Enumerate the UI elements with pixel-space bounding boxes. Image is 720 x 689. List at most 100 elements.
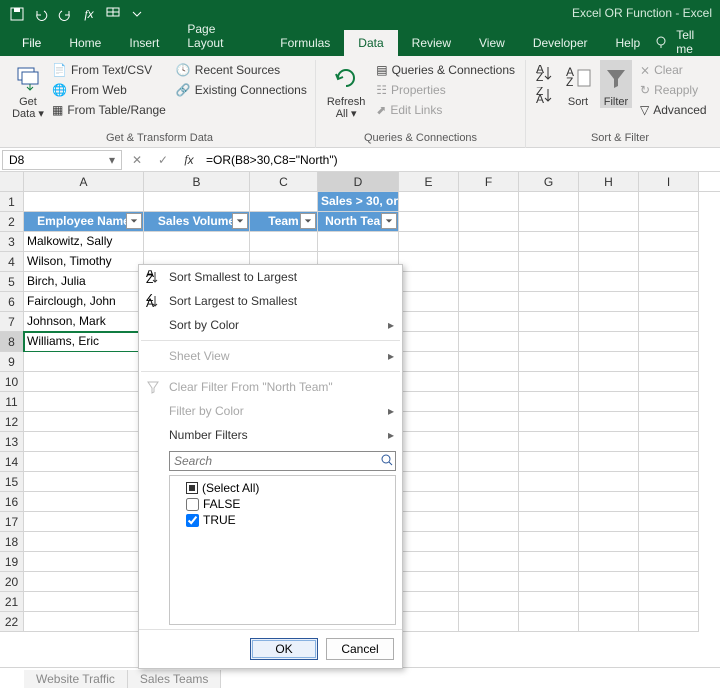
- cell[interactable]: Williams, Eric: [24, 332, 144, 352]
- filter-button-icon[interactable]: [232, 213, 248, 229]
- get-data-button[interactable]: GetData ▾: [12, 60, 44, 120]
- cancel-formula-icon[interactable]: ✕: [128, 151, 146, 169]
- cell[interactable]: Malkowitz, Sally: [24, 232, 144, 252]
- advanced-filter-button[interactable]: ▽Advanced: [638, 102, 709, 118]
- sheet-tab[interactable]: Sales Teams: [128, 670, 221, 688]
- save-icon[interactable]: [6, 3, 28, 25]
- table-header[interactable]: Employee Name: [24, 212, 144, 232]
- select-all-corner[interactable]: [0, 172, 24, 191]
- filter-option-false[interactable]: FALSE: [174, 496, 391, 512]
- row-header[interactable]: 21: [0, 592, 24, 612]
- chevron-down-icon[interactable]: ▾: [109, 153, 115, 167]
- row-header[interactable]: 5: [0, 272, 24, 292]
- customize-qat-icon[interactable]: [126, 3, 148, 25]
- quick-access-toolbar: fx Excel OR Function - Excel: [0, 0, 720, 28]
- filter-button-icon[interactable]: [300, 213, 316, 229]
- group-queries-connections: RefreshAll ▾ ▤Queries & Connections ☷Pro…: [316, 60, 526, 148]
- col-header-G[interactable]: G: [519, 172, 579, 191]
- table-menu-icon[interactable]: [102, 3, 124, 25]
- row-header[interactable]: 13: [0, 432, 24, 452]
- sort-asc-icon[interactable]: AZ: [534, 64, 556, 84]
- cancel-button[interactable]: Cancel: [326, 638, 394, 660]
- recent-sources-button[interactable]: 🕓Recent Sources: [174, 62, 309, 78]
- filter-button[interactable]: Filter: [600, 60, 632, 108]
- row-header[interactable]: 10: [0, 372, 24, 392]
- tab-data[interactable]: Data: [344, 30, 397, 56]
- row-header[interactable]: 15: [0, 472, 24, 492]
- tab-insert[interactable]: Insert: [115, 30, 173, 56]
- from-web-button[interactable]: 🌐From Web: [50, 82, 168, 98]
- search-icon[interactable]: [381, 454, 393, 466]
- cell[interactable]: Johnson, Mark: [24, 312, 144, 332]
- cell[interactable]: Wilson, Timothy: [24, 252, 144, 272]
- sort-desc-icon[interactable]: ZA: [534, 86, 556, 106]
- row-header[interactable]: 8: [0, 332, 24, 352]
- from-text-csv-button[interactable]: 📄From Text/CSV: [50, 62, 168, 78]
- row-header[interactable]: 2: [0, 212, 24, 232]
- row-header[interactable]: 17: [0, 512, 24, 532]
- menu-sort-asc[interactable]: AZSort Smallest to Largest: [139, 265, 402, 289]
- menu-sort-desc[interactable]: ZASort Largest to Smallest: [139, 289, 402, 313]
- tell-me[interactable]: Tell me: [676, 28, 712, 56]
- sort-button[interactable]: AZ Sort: [562, 60, 594, 108]
- col-header-I[interactable]: I: [639, 172, 699, 191]
- row-header[interactable]: 9: [0, 352, 24, 372]
- menu-number-filters[interactable]: Number Filters▸: [139, 423, 402, 447]
- row-header[interactable]: 7: [0, 312, 24, 332]
- row-header[interactable]: 1: [0, 192, 24, 212]
- tab-formulas[interactable]: Formulas: [266, 30, 344, 56]
- fx-insert-icon[interactable]: fx: [180, 151, 198, 169]
- row-header[interactable]: 6: [0, 292, 24, 312]
- row-header[interactable]: 16: [0, 492, 24, 512]
- col-header-D[interactable]: D: [318, 172, 399, 191]
- ok-button[interactable]: OK: [250, 638, 318, 660]
- tab-help[interactable]: Help: [602, 30, 655, 56]
- tab-developer[interactable]: Developer: [519, 30, 602, 56]
- name-box[interactable]: D8▾: [2, 150, 122, 170]
- filter-dropdown-menu: AZSort Smallest to Largest ZASort Larges…: [138, 264, 403, 669]
- formula-input[interactable]: [206, 153, 714, 167]
- redo-icon[interactable]: [54, 3, 76, 25]
- svg-text:A: A: [536, 92, 544, 105]
- enter-formula-icon[interactable]: ✓: [154, 151, 172, 169]
- row-header[interactable]: 11: [0, 392, 24, 412]
- col-header-C[interactable]: C: [250, 172, 318, 191]
- sheet-tab[interactable]: Website Traffic: [24, 670, 128, 688]
- row-header[interactable]: 18: [0, 532, 24, 552]
- undo-icon[interactable]: [30, 3, 52, 25]
- col-header-H[interactable]: H: [579, 172, 639, 191]
- row-header[interactable]: 22: [0, 612, 24, 632]
- tab-home[interactable]: Home: [55, 30, 115, 56]
- fx-icon[interactable]: fx: [78, 3, 100, 25]
- table-header[interactable]: Sales Volume: [144, 212, 250, 232]
- tab-file[interactable]: File: [8, 30, 55, 56]
- tab-page-layout[interactable]: Page Layout: [173, 16, 266, 56]
- row-header[interactable]: 14: [0, 452, 24, 472]
- existing-connections-button[interactable]: 🔗Existing Connections: [174, 82, 309, 98]
- table-header[interactable]: North Team: [318, 212, 399, 232]
- col-header-A[interactable]: A: [24, 172, 144, 191]
- col-header-E[interactable]: E: [399, 172, 459, 191]
- tab-review[interactable]: Review: [398, 30, 465, 56]
- table-header[interactable]: Team: [250, 212, 318, 232]
- queries-connections-button[interactable]: ▤Queries & Connections: [374, 62, 517, 78]
- row-header[interactable]: 20: [0, 572, 24, 592]
- row-header[interactable]: 19: [0, 552, 24, 572]
- filter-button-icon[interactable]: [381, 213, 397, 229]
- col-header-F[interactable]: F: [459, 172, 519, 191]
- filter-option-true[interactable]: TRUE: [174, 512, 391, 528]
- row-header[interactable]: 12: [0, 412, 24, 432]
- filter-button-icon[interactable]: [126, 213, 142, 229]
- bulb-icon[interactable]: [654, 35, 668, 49]
- from-table-range-button[interactable]: ▦From Table/Range: [50, 102, 168, 118]
- cell[interactable]: Fairclough, John: [24, 292, 144, 312]
- filter-option-select-all[interactable]: (Select All): [174, 480, 391, 496]
- row-header[interactable]: 4: [0, 252, 24, 272]
- filter-search-input[interactable]: [169, 451, 396, 471]
- row-header[interactable]: 3: [0, 232, 24, 252]
- tab-view[interactable]: View: [465, 30, 519, 56]
- cell[interactable]: Birch, Julia: [24, 272, 144, 292]
- col-header-B[interactable]: B: [144, 172, 250, 191]
- menu-sort-by-color[interactable]: Sort by Color▸: [139, 313, 402, 337]
- refresh-all-button[interactable]: RefreshAll ▾: [324, 60, 368, 120]
